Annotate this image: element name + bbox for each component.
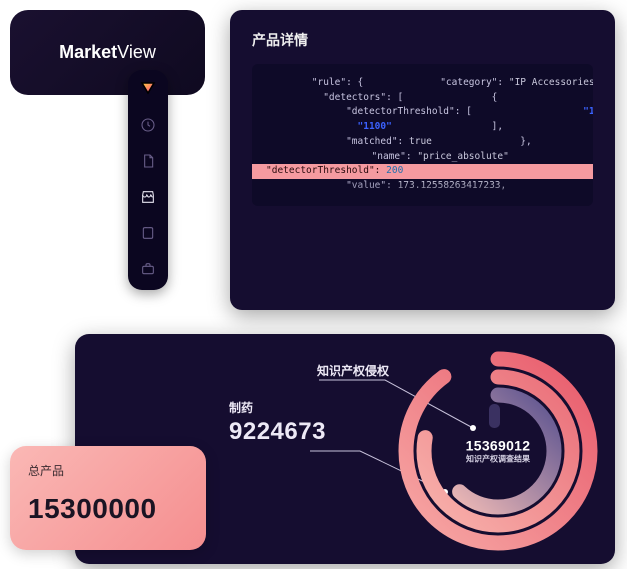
fade-overlay [252, 180, 593, 206]
logo-bold: Market [59, 42, 117, 62]
code-block: "rule": { "category": "IP Accessories" "… [252, 64, 593, 206]
code-token: "category": [440, 77, 503, 88]
clock-icon[interactable] [139, 116, 157, 134]
donut-center-value: 15369012 [466, 438, 531, 454]
code-token: "IP Accessories" [509, 77, 593, 88]
sidebar [128, 70, 168, 290]
code-token: "detectorThreshold": [266, 165, 380, 176]
store-icon[interactable] [139, 188, 157, 206]
accent-triangle-icon [140, 80, 156, 94]
total-products-card: 总产品 15300000 [10, 446, 206, 550]
code-token: ], [492, 121, 503, 132]
code-token: "price_absolute" [417, 151, 509, 162]
donut-center-label: 知识产权调查结果 [466, 454, 531, 465]
logo-card: MarketView [10, 10, 205, 95]
donut-chart: 15369012 知识产权调查结果 [393, 346, 603, 556]
code-token: "matched": [346, 136, 403, 147]
callout-value-pharma: 9224673 [229, 418, 389, 446]
logo-light: View [117, 42, 156, 62]
callouts: 知识产权侵权 制药 9224673 [197, 362, 389, 446]
code-token: "detectorThreshold": [ [346, 106, 472, 117]
callout-label-ip: 知识产权侵权 [317, 362, 389, 379]
code-token: "rule": { [312, 77, 363, 88]
donut-center: 15369012 知识产权调查结果 [466, 438, 531, 465]
code-token: "1100" [358, 121, 392, 132]
code-panel-title: 产品详情 [252, 30, 593, 50]
note-icon[interactable] [139, 224, 157, 242]
code-token: "name": [372, 151, 412, 162]
code-token: "detectors": [ [323, 92, 403, 103]
code-token: "1000" [583, 106, 593, 117]
briefcase-icon[interactable] [139, 260, 157, 278]
callout-label-pharma: 制药 [229, 399, 389, 416]
code-panel: 产品详情 "rule": { "category": "IP Accessori… [230, 10, 615, 310]
code-token: 200 [386, 165, 403, 176]
total-products-value: 15300000 [28, 493, 188, 525]
logo-text: MarketView [59, 42, 156, 63]
file-icon[interactable] [139, 152, 157, 170]
code-token: true [409, 136, 432, 147]
code-token: { [492, 92, 498, 103]
code-token: }, [520, 136, 531, 147]
total-products-label: 总产品 [28, 462, 188, 479]
highlighted-line: "detectorThreshold": 200 [252, 164, 593, 179]
